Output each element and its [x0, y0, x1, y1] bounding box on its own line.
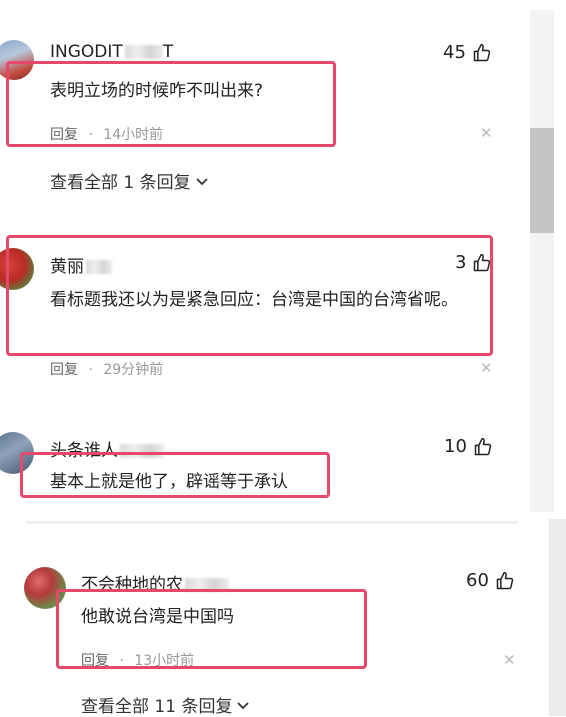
chevron-down-icon: [236, 698, 250, 712]
view-all-replies-label: 查看全部 11 条回复: [81, 697, 233, 717]
like-button[interactable]: 10: [444, 436, 493, 457]
avatar[interactable]: [0, 248, 34, 290]
avatar[interactable]: [0, 40, 34, 80]
scrollbar-thumb[interactable]: [530, 128, 554, 233]
reply-button[interactable]: 回复: [81, 653, 109, 669]
username-tail[interactable]: T: [163, 42, 173, 62]
username[interactable]: 不会种地的农: [81, 570, 229, 595]
thumbs-up-icon: [472, 253, 492, 273]
close-icon[interactable]: ✕: [480, 359, 493, 377]
like-count: 10: [444, 436, 467, 457]
username-text[interactable]: 黄丽: [50, 257, 84, 277]
blurred-name-segment: [124, 45, 163, 59]
close-icon[interactable]: ✕: [480, 124, 493, 142]
username-text[interactable]: 头条谁人: [50, 441, 118, 461]
avatar[interactable]: [0, 432, 34, 474]
meta-dot: ·: [119, 653, 124, 669]
meta-dot: ·: [88, 127, 93, 143]
timestamp: 29分钟前: [103, 362, 164, 378]
like-button[interactable]: 3: [455, 252, 492, 273]
side-panel-edge: [549, 519, 566, 716]
timestamp: 14小时前: [103, 127, 164, 143]
reply-button[interactable]: 回复: [50, 127, 78, 143]
like-count: 3: [455, 252, 467, 273]
username[interactable]: 头条谁人: [50, 436, 164, 461]
blurred-name-segment: [86, 260, 112, 274]
comment-text: 表明立场的时候咋不叫出来?: [50, 81, 264, 101]
reply-button[interactable]: 回复: [50, 362, 78, 378]
like-button[interactable]: 45: [443, 42, 492, 63]
username[interactable]: 黄丽: [50, 252, 112, 277]
view-all-replies-label: 查看全部 1 条回复: [50, 173, 191, 193]
meta-dot: ·: [88, 362, 93, 378]
comment-meta: 回复 · 13小时前: [81, 650, 194, 670]
username[interactable]: INGODIT T: [50, 42, 173, 62]
comment-meta: 回复 · 29分钟前: [50, 359, 163, 379]
like-button[interactable]: 60: [466, 570, 515, 591]
thumbs-up-icon: [495, 571, 515, 591]
chevron-down-icon: [195, 174, 209, 188]
scrollbar-track[interactable]: [530, 10, 554, 512]
comment-text: 基本上就是他了，辟谣等于承认: [50, 472, 288, 492]
like-count: 45: [443, 42, 466, 63]
avatar[interactable]: [24, 567, 66, 609]
view-all-replies-button[interactable]: 查看全部 11 条回复: [81, 692, 250, 717]
comment-text: 他敢说台湾是中国吗: [81, 607, 234, 627]
like-count: 60: [466, 570, 489, 591]
blurred-name-segment: [120, 444, 164, 458]
thumbs-up-icon: [473, 437, 493, 457]
timestamp: 13小时前: [134, 653, 195, 669]
comment-text: 看标题我还以为是紧急回应：台湾是中国的台湾省呢。: [50, 290, 458, 310]
blurred-name-segment: [185, 578, 229, 592]
username-text[interactable]: INGODIT: [50, 42, 123, 62]
username-text[interactable]: 不会种地的农: [81, 575, 183, 595]
section-divider: [26, 521, 518, 524]
thumbs-up-icon: [472, 43, 492, 63]
comment-meta: 回复 · 14小时前: [50, 124, 163, 144]
view-all-replies-button[interactable]: 查看全部 1 条回复: [50, 168, 209, 193]
close-icon[interactable]: ✕: [503, 651, 516, 669]
